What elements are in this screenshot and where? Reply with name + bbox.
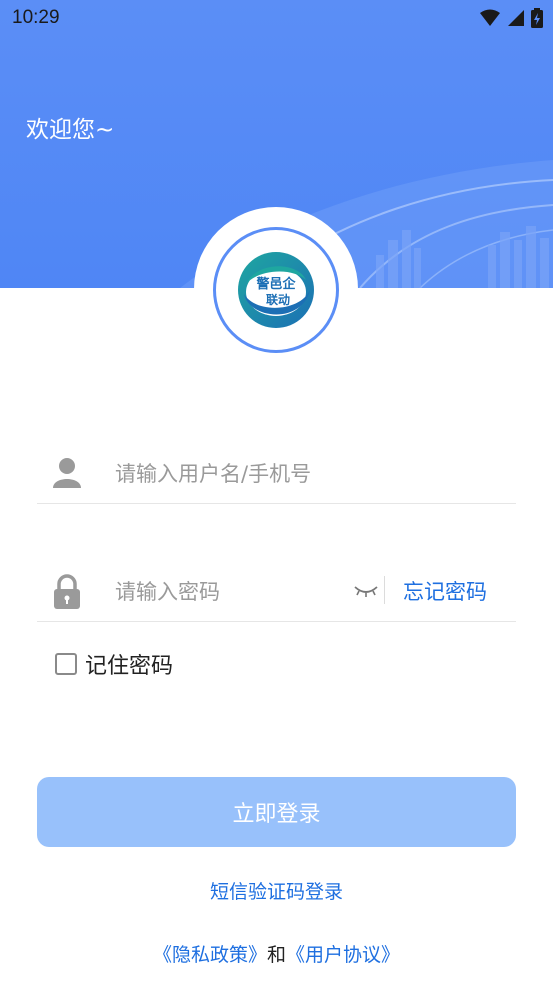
- user-agreement-link[interactable]: 《用户协议》: [286, 944, 400, 966]
- welcome-text: 欢迎您~: [26, 117, 115, 143]
- user-icon: [53, 458, 81, 488]
- status-time: 10:29: [12, 7, 60, 28]
- remember-label: 记住密码: [85, 654, 174, 679]
- signal-icon: [508, 10, 524, 26]
- forgot-password-link[interactable]: 忘记密码: [403, 576, 487, 606]
- remember-password[interactable]: 记住密码: [55, 648, 173, 680]
- username-row: [37, 444, 516, 504]
- status-bar: 10:29: [0, 0, 553, 40]
- password-row: 忘记密码: [37, 562, 516, 622]
- agreements: 《隐私政策》和《用户协议》: [0, 940, 553, 967]
- password-input[interactable]: [115, 574, 345, 610]
- app-logo: 警邑企 联动: [213, 227, 339, 353]
- username-input[interactable]: [115, 456, 495, 492]
- battery-icon: [531, 8, 543, 28]
- login-button[interactable]: 立即登录: [37, 777, 516, 847]
- remember-checkbox[interactable]: [55, 653, 77, 675]
- status-icons: [479, 8, 543, 28]
- sms-login-link: 短信验证码登录: [0, 877, 553, 904]
- logo-emblem-icon: 警邑企 联动: [238, 252, 314, 328]
- lock-icon: [54, 574, 80, 609]
- agreements-connector: 和: [266, 944, 286, 966]
- eye-closed-icon[interactable]: [353, 584, 379, 598]
- sms-login-label[interactable]: 短信验证码登录: [210, 881, 343, 903]
- privacy-policy-link[interactable]: 《隐私政策》: [153, 944, 267, 966]
- logo-text-bottom: 联动: [266, 293, 290, 307]
- password-divider: [384, 576, 385, 604]
- logo-text-top: 警邑企: [256, 276, 296, 292]
- wifi-icon: [480, 9, 500, 26]
